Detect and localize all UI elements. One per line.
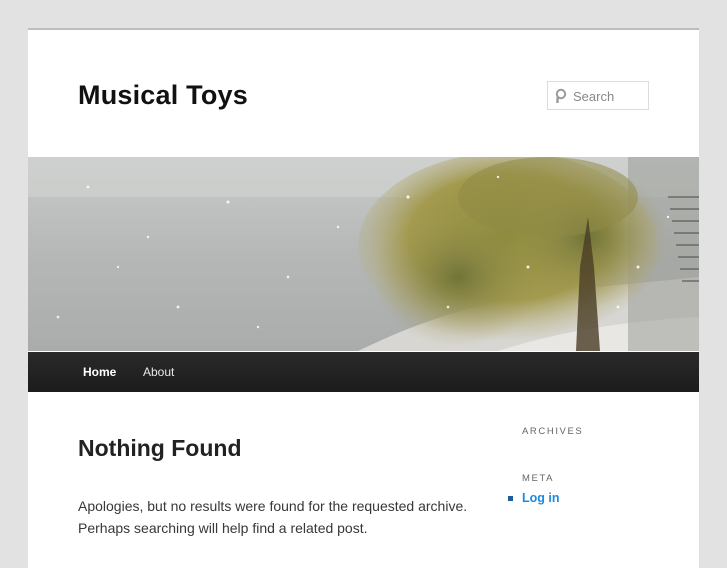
site-title[interactable]: Musical Toys [78, 80, 248, 111]
nav-item-about[interactable]: About [143, 352, 174, 392]
page-title: Nothing Found [78, 435, 242, 461]
meta-list: Log in [508, 491, 560, 505]
login-link[interactable]: Log in [522, 491, 560, 505]
page-container: Musical Toys Search Home About Nothing F… [28, 28, 699, 568]
header-image [28, 157, 699, 351]
bullet-icon [508, 496, 513, 501]
meta-widget-title: Meta [522, 473, 555, 484]
search-box[interactable] [547, 81, 649, 110]
no-results-message: Apologies, but no results were found for… [78, 498, 468, 536]
archives-widget-title: Archives [522, 426, 584, 437]
main-navigation: Home About [28, 352, 699, 392]
search-input[interactable] [573, 86, 647, 106]
search-icon [555, 88, 567, 103]
nav-item-home[interactable]: Home [83, 352, 116, 392]
list-item: Log in [508, 491, 560, 505]
